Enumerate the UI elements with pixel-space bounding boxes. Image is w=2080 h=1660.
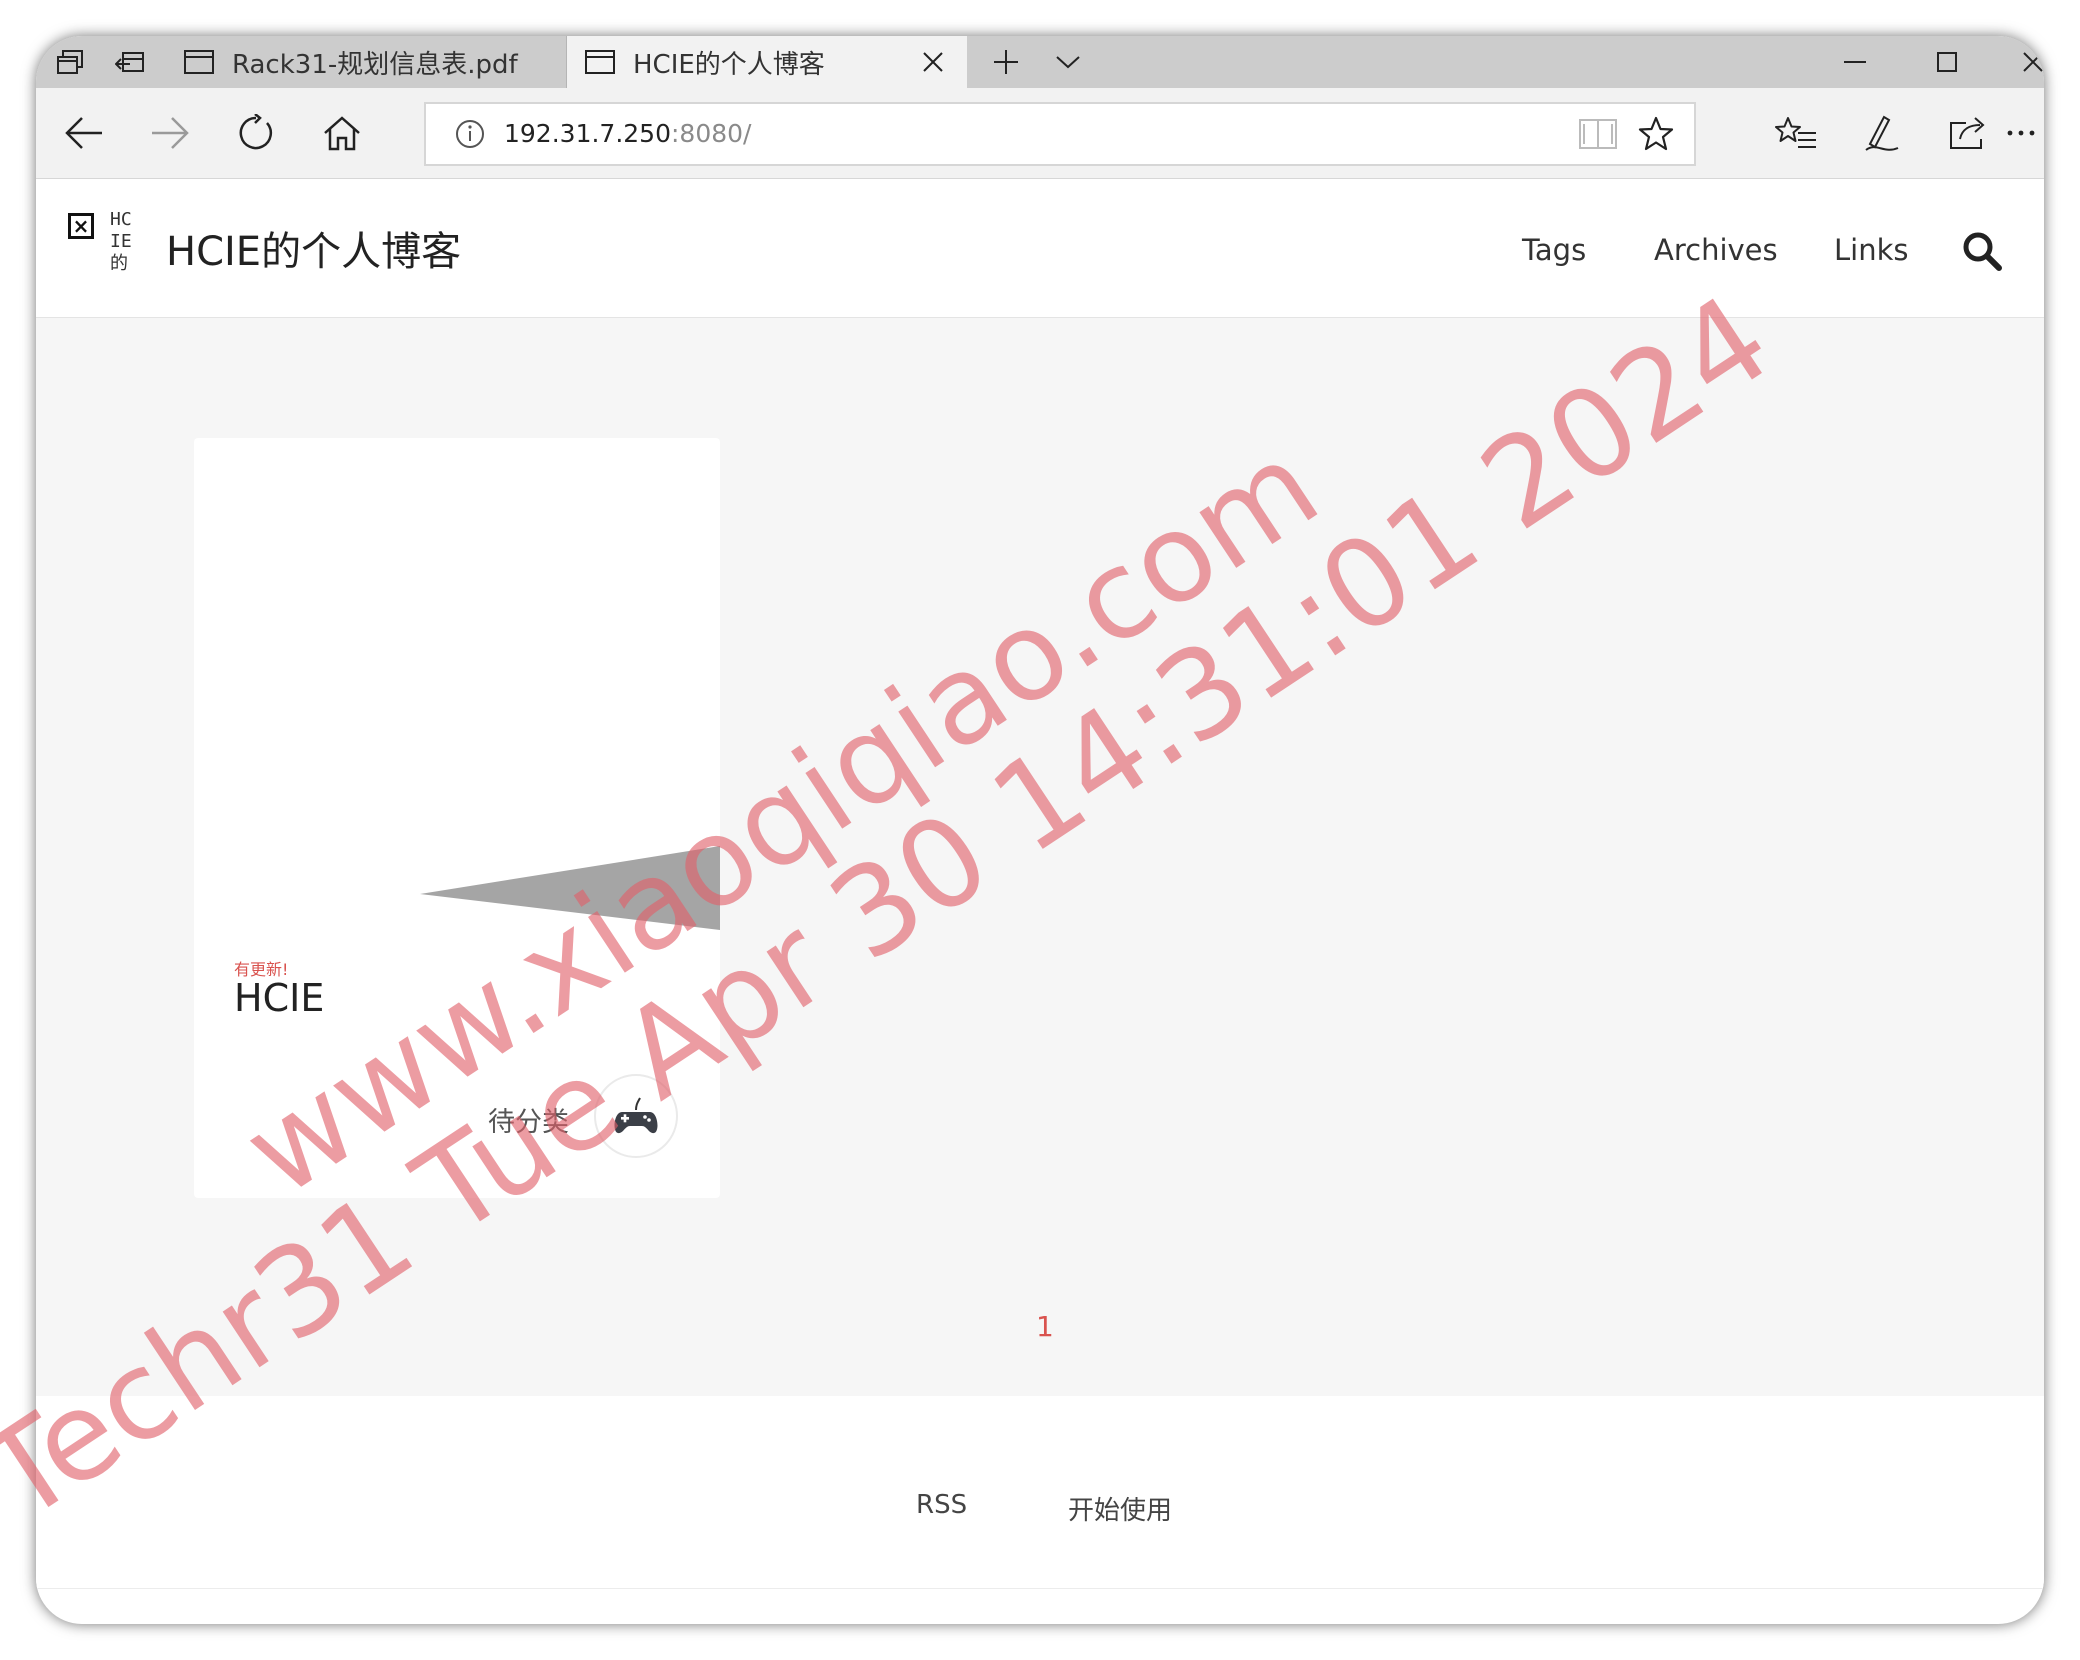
tab-preview-icon[interactable] (40, 36, 100, 88)
tab-title: HCIE的个人博客 (633, 49, 825, 80)
post-card[interactable]: 有更新! HCIE 待分类 (194, 438, 720, 1198)
info-icon[interactable] (450, 104, 490, 164)
maximize-icon[interactable] (1902, 36, 1992, 88)
page-icon (184, 50, 214, 74)
logo-alt-text[interactable]: HCIE的 (110, 209, 140, 273)
gamepad-icon[interactable] (594, 1074, 678, 1158)
close-tab-icon[interactable] (913, 36, 953, 88)
favorite-star-icon[interactable] (1626, 104, 1686, 164)
search-icon[interactable] (1958, 227, 2006, 275)
pagination-page-1[interactable]: 1 (1036, 1310, 1054, 1343)
tab-strip: Rack31-规划信息表.pdf HCIE的个人博客 (36, 36, 2044, 88)
post-category[interactable]: 待分类 (488, 1100, 569, 1139)
new-tab-icon[interactable] (976, 36, 1036, 88)
favorites-list-icon[interactable] (1756, 88, 1836, 178)
chevron-down-icon[interactable] (1038, 36, 1098, 88)
set-aside-tabs-icon[interactable] (100, 36, 160, 88)
refresh-icon[interactable] (216, 88, 296, 178)
home-icon[interactable] (302, 88, 382, 178)
share-icon[interactable] (1928, 88, 2008, 178)
url-host: 192.31.7.250 (504, 119, 671, 148)
minimize-icon[interactable] (1810, 36, 1900, 88)
url-port: :8080/ (671, 119, 752, 148)
more-options-icon[interactable] (1998, 88, 2044, 178)
web-note-pen-icon[interactable] (1842, 88, 1922, 178)
url-text[interactable]: 192.31.7.250:8080/ (504, 104, 751, 164)
nav-links-link[interactable]: Links (1834, 233, 1909, 267)
post-title[interactable]: HCIE (234, 976, 324, 1020)
post-thumbnail-image[interactable] (420, 846, 720, 936)
navigation-bar: 192.31.7.250:8080/ (36, 88, 2044, 179)
reading-view-icon[interactable] (1568, 104, 1628, 164)
main-content: 有更新! HCIE 待分类 1 (36, 318, 2044, 1396)
forward-icon[interactable] (130, 88, 210, 178)
footer-rss-link[interactable]: RSS (916, 1490, 967, 1520)
broken-image-icon: × (68, 213, 94, 239)
site-title[interactable]: HCIE的个人博客 (166, 219, 461, 277)
close-window-icon[interactable] (1988, 36, 2044, 88)
address-bar[interactable]: 192.31.7.250:8080/ (424, 102, 1696, 166)
page-icon (585, 50, 615, 74)
browser-window: Rack31-规划信息表.pdf HCIE的个人博客 192.31.7.250:… (36, 36, 2044, 1624)
tab-pdf[interactable]: Rack31-规划信息表.pdf (166, 36, 567, 88)
tab-blog[interactable]: HCIE的个人博客 (567, 36, 967, 88)
site-footer: RSS 开始使用 (36, 1396, 2044, 1589)
site-header: × HCIE的 HCIE的个人博客 Tags Archives Links (36, 179, 2044, 318)
back-icon[interactable] (44, 88, 124, 178)
footer-getting-started-link[interactable]: 开始使用 (1068, 1490, 1172, 1527)
tab-title: Rack31-规划信息表.pdf (232, 49, 518, 80)
nav-tags-link[interactable]: Tags (1522, 233, 1586, 267)
nav-archives-link[interactable]: Archives (1654, 233, 1778, 267)
